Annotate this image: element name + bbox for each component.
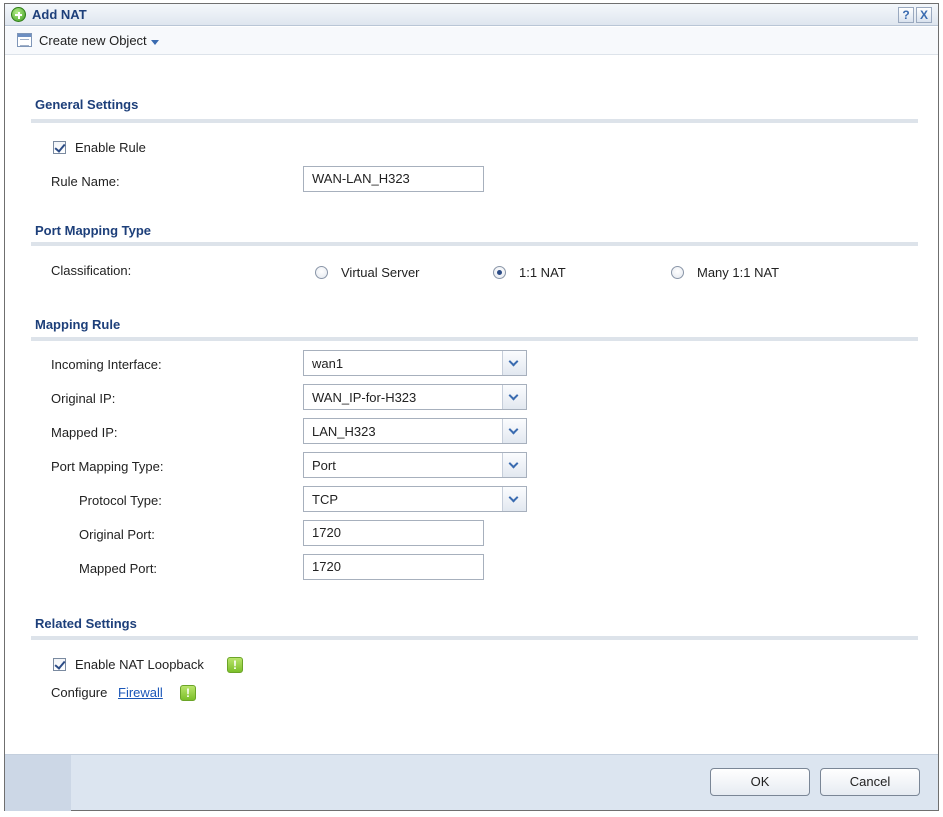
port-mapping-type-label: Port Mapping Type:	[51, 459, 164, 474]
cancel-button[interactable]: Cancel	[820, 768, 920, 796]
add-nat-dialog: Add NAT ? X Create new Object General Se…	[4, 3, 939, 811]
section-title-related: Related Settings	[35, 616, 137, 631]
enable-nat-loopback-checkbox[interactable]	[53, 658, 66, 671]
section-divider	[31, 242, 918, 246]
original-ip-value: WAN_IP-for-H323	[312, 390, 417, 405]
section-title-mapping-rule: Mapping Rule	[35, 317, 121, 332]
original-ip-select[interactable]: WAN_IP-for-H323	[303, 384, 527, 410]
section-divider	[31, 119, 918, 123]
firewall-link[interactable]: Firewall	[118, 685, 163, 700]
dialog-footer: OK Cancel	[5, 754, 938, 811]
dialog-titlebar: Add NAT ? X	[5, 4, 938, 26]
object-list-icon[interactable]	[17, 33, 32, 47]
incoming-interface-select[interactable]: wan1	[303, 350, 527, 376]
section-divider	[31, 337, 918, 341]
mapped-ip-label: Mapped IP:	[51, 425, 118, 440]
warning-icon: !	[227, 657, 243, 673]
protocol-type-label: Protocol Type:	[79, 493, 162, 508]
chevron-down-icon[interactable]	[502, 385, 526, 409]
help-icon[interactable]: ?	[898, 7, 914, 23]
mapped-port-input[interactable]: 1720	[303, 554, 484, 580]
port-mapping-type-select[interactable]: Port	[303, 452, 527, 478]
rule-name-label: Rule Name:	[51, 174, 120, 189]
classification-label: Classification:	[51, 263, 132, 278]
warning-icon: !	[180, 685, 196, 701]
enable-nat-loopback-label: Enable NAT Loopback	[75, 657, 204, 672]
chevron-down-icon[interactable]	[502, 419, 526, 443]
close-icon[interactable]: X	[916, 7, 932, 23]
port-mapping-type-value: Port	[312, 458, 336, 473]
section-divider	[31, 636, 918, 640]
chevron-down-icon[interactable]	[502, 351, 526, 375]
dialog-title: Add NAT	[32, 7, 87, 22]
mapped-ip-select[interactable]: LAN_H323	[303, 418, 527, 444]
radio-virtual-server-label: Virtual Server	[341, 265, 420, 280]
radio-one-to-one-nat[interactable]	[493, 266, 506, 279]
enable-rule-checkbox[interactable]	[53, 141, 66, 154]
add-icon	[11, 7, 26, 22]
configure-label: Configure	[51, 685, 108, 700]
section-title-general: General Settings	[35, 97, 139, 112]
chevron-down-icon[interactable]	[502, 487, 526, 511]
chevron-down-icon[interactable]	[502, 453, 526, 477]
rule-name-input[interactable]: WAN-LAN_H323	[303, 166, 484, 192]
section-title-port-mapping: Port Mapping Type	[35, 223, 152, 238]
mapped-port-label: Mapped Port:	[79, 561, 158, 576]
toolbar: Create new Object	[5, 27, 938, 55]
enable-rule-label: Enable Rule	[75, 140, 146, 155]
chevron-down-icon[interactable]	[151, 40, 159, 45]
incoming-interface-value: wan1	[312, 356, 344, 371]
radio-many-one-to-one-nat[interactable]	[671, 266, 684, 279]
ok-button[interactable]: OK	[710, 768, 810, 796]
original-port-input[interactable]: 1720	[303, 520, 484, 546]
original-ip-label: Original IP:	[51, 391, 116, 406]
footer-side-panel	[5, 755, 71, 811]
protocol-type-select[interactable]: TCP	[303, 486, 527, 512]
incoming-interface-label: Incoming Interface:	[51, 357, 162, 372]
original-port-label: Original Port:	[79, 527, 155, 542]
protocol-type-value: TCP	[312, 492, 338, 507]
radio-one-to-one-nat-label: 1:1 NAT	[519, 265, 566, 280]
mapped-ip-value: LAN_H323	[312, 424, 376, 439]
create-new-object-menu[interactable]: Create new Object	[39, 33, 147, 48]
radio-virtual-server[interactable]	[315, 266, 328, 279]
radio-many-one-to-one-nat-label: Many 1:1 NAT	[697, 265, 780, 280]
